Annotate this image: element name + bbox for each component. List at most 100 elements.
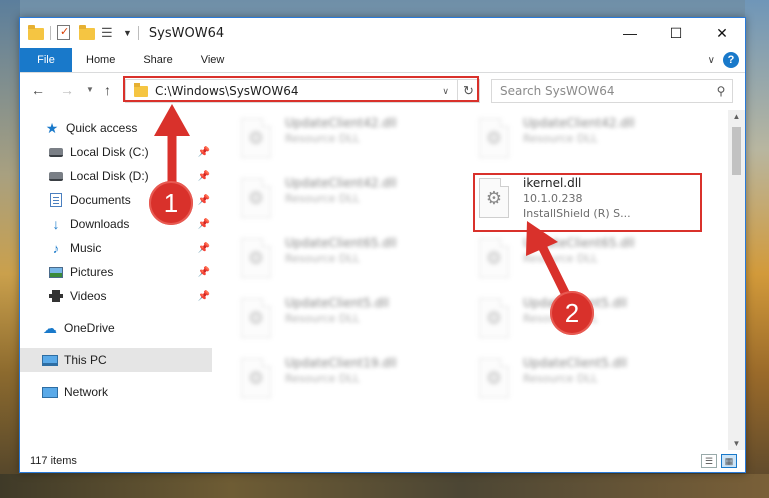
step-badge-2: 2 (550, 291, 594, 335)
nav-item-this-pc[interactable]: This PC (20, 348, 212, 372)
tab-file[interactable]: File (20, 48, 72, 72)
nav-item-label: Network (64, 385, 109, 399)
nav-item-label: Videos (70, 289, 107, 303)
computer-icon (42, 352, 58, 368)
file-item[interactable]: ⚙ UpdateClient42.dll Resource DLL (479, 116, 699, 166)
ribbon-controls: ∨ ? (708, 52, 739, 68)
search-box[interactable]: Search SysWOW64 ⚲ (491, 79, 733, 103)
nav-item-label: Downloads (70, 217, 130, 231)
dll-file-icon: ⚙ (479, 298, 509, 338)
navigation-pane: ★ Quick access Local Disk (C:) 📌 Local D… (20, 110, 215, 450)
tab-view[interactable]: View (187, 48, 239, 72)
nav-item-label: Music (70, 241, 102, 255)
forward-arrow-icon[interactable]: → (60, 82, 74, 98)
nav-item-label: This PC (64, 353, 107, 367)
vertical-scrollbar[interactable]: ▲ ▼ (728, 110, 745, 450)
ribbon-tabs: File Home Share View ∨ ? (20, 48, 745, 73)
pictures-icon (48, 264, 64, 280)
file-name: UpdateClient19.dll (285, 356, 397, 370)
file-name: UpdateClient42.dll (523, 116, 635, 130)
file-description: Resource DLL (285, 312, 360, 325)
toolbar-separator (50, 26, 51, 40)
documents-icon (48, 192, 64, 208)
view-switcher: ☰ ▦ (697, 454, 737, 468)
back-arrow-icon[interactable]: ← (31, 82, 45, 98)
disk-icon (48, 168, 64, 184)
search-input[interactable]: Search SysWOW64 (500, 84, 710, 98)
file-description: Resource DLL (285, 252, 360, 265)
new-folder-icon[interactable] (79, 25, 95, 41)
nav-item-network[interactable]: Network (42, 380, 214, 404)
properties-icon[interactable] (57, 25, 73, 41)
dll-file-icon: ⚙ (241, 358, 271, 398)
desktop-background-left (0, 0, 20, 498)
nav-item-quick-access[interactable]: ★ Quick access (44, 116, 214, 140)
rename-icon[interactable]: ☰ (101, 25, 117, 41)
nav-item-label: OneDrive (64, 321, 115, 335)
address-bar-highlight (123, 76, 479, 102)
nav-item-downloads[interactable]: ↓ Downloads 📌 (48, 212, 214, 236)
nav-item-onedrive[interactable]: ☁ OneDrive (42, 316, 214, 340)
file-name: UpdateClient5.dll (523, 356, 627, 370)
file-item[interactable]: ⚙ UpdateClient65.dll Resource DLL (241, 236, 461, 286)
details-view-icon[interactable]: ☰ (701, 454, 717, 468)
file-description: Resource DLL (285, 192, 360, 205)
folder-icon (28, 25, 44, 41)
network-icon (42, 384, 58, 400)
scroll-up-icon[interactable]: ▲ (728, 112, 745, 121)
pin-icon[interactable]: 📌 (198, 195, 210, 206)
file-item[interactable]: ⚙ UpdateClient5.dll Resource DLL (479, 356, 699, 406)
quick-access-toolbar: ☰ ▼ SysWOW64 (20, 18, 224, 48)
file-item[interactable]: ⚙ UpdateClient42.dll Resource DLL (241, 176, 461, 226)
help-icon[interactable]: ? (723, 52, 739, 68)
scroll-down-icon[interactable]: ▼ (728, 439, 745, 448)
toolbar-separator (137, 26, 139, 40)
file-item[interactable]: ⚙ UpdateClient42.dll Resource DLL (241, 116, 461, 166)
file-item[interactable]: ⚙ UpdateClient19.dll Resource DLL (241, 356, 461, 406)
recent-locations-chevron-icon[interactable]: ▼ (86, 85, 94, 94)
file-description: Resource DLL (523, 252, 598, 265)
file-name: UpdateClient65.dll (523, 236, 635, 250)
status-bar: 117 items ☰ ▦ (20, 450, 745, 472)
file-name: UpdateClient42.dll (285, 116, 397, 130)
ikernel-file-highlight (473, 173, 702, 232)
dll-file-icon: ⚙ (479, 238, 509, 278)
dll-file-icon: ⚙ (241, 238, 271, 278)
videos-icon (48, 288, 64, 304)
pin-icon[interactable]: 📌 (198, 243, 210, 254)
nav-item-local-disk-c[interactable]: Local Disk (C:) 📌 (48, 140, 214, 164)
minimize-button[interactable]: — (607, 18, 653, 48)
expand-ribbon-chevron-icon[interactable]: ∨ (708, 55, 715, 66)
scrollbar-thumb[interactable] (732, 127, 741, 175)
disk-icon (48, 144, 64, 160)
nav-item-videos[interactable]: Videos 📌 (48, 284, 214, 308)
large-icons-view-icon[interactable]: ▦ (721, 454, 737, 468)
pin-icon[interactable]: 📌 (198, 171, 210, 182)
pin-icon[interactable]: 📌 (198, 147, 210, 158)
pin-icon[interactable]: 📌 (198, 291, 210, 302)
window-controls: — ☐ ✕ (607, 18, 745, 48)
dll-file-icon: ⚙ (241, 178, 271, 218)
file-description: Resource DLL (285, 132, 360, 145)
nav-item-label: Pictures (70, 265, 114, 279)
pin-icon[interactable]: 📌 (198, 219, 210, 230)
search-icon[interactable]: ⚲ (710, 84, 732, 98)
close-button[interactable]: ✕ (699, 18, 745, 48)
step-badge-1: 1 (149, 181, 193, 225)
nav-item-music[interactable]: ♪ Music 📌 (48, 236, 214, 260)
tab-home[interactable]: Home (72, 48, 129, 72)
maximize-button[interactable]: ☐ (653, 18, 699, 48)
customize-toolbar-chevron-icon[interactable]: ▼ (123, 28, 132, 38)
nav-item-label: Local Disk (D:) (70, 169, 149, 183)
music-icon: ♪ (52, 240, 60, 256)
up-arrow-icon[interactable]: ↑ (104, 82, 111, 98)
dll-file-icon: ⚙ (241, 298, 271, 338)
nav-item-local-disk-d[interactable]: Local Disk (D:) 📌 (48, 164, 214, 188)
file-item[interactable]: ⚙ UpdateClient5.dll Resource DLL (241, 296, 461, 346)
file-item[interactable]: ⚙ UpdateClient65.dll Resource DLL (479, 236, 699, 286)
file-description: Resource DLL (285, 372, 360, 385)
pin-icon[interactable]: 📌 (198, 267, 210, 278)
file-name: UpdateClient42.dll (285, 176, 397, 190)
nav-item-pictures[interactable]: Pictures 📌 (48, 260, 214, 284)
tab-share[interactable]: Share (129, 48, 186, 72)
